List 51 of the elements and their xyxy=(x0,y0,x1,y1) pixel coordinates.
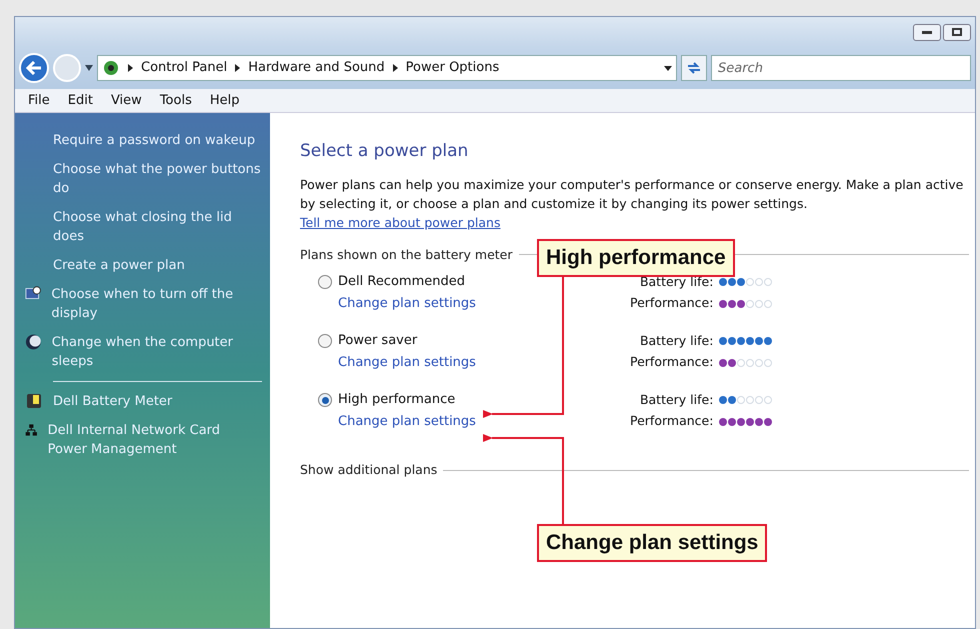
callout-label: Change plan settings xyxy=(537,524,768,562)
breadcrumb[interactable]: Hardware and Sound xyxy=(248,58,385,78)
rating-label: Performance: xyxy=(630,353,714,372)
task-link[interactable]: Require a password on wakeup xyxy=(53,131,262,150)
menu-item[interactable]: View xyxy=(104,90,149,110)
back-button[interactable] xyxy=(19,53,49,83)
plan-name: Dell Recommended xyxy=(338,273,465,292)
plan-settings-link[interactable]: Change plan settings xyxy=(338,294,630,314)
task-link[interactable]: Choose when to turn off the display xyxy=(51,285,262,323)
menu-item[interactable]: Tools xyxy=(152,90,199,110)
back-arrow-icon xyxy=(26,61,42,75)
menu-item[interactable]: Edit xyxy=(60,90,100,110)
battery-icon xyxy=(25,392,43,410)
radio-button[interactable] xyxy=(318,393,332,407)
rating-label: Battery life: xyxy=(638,332,714,350)
plan-settings-link[interactable]: Change plan settings xyxy=(338,412,630,432)
chevron-icon[interactable] xyxy=(392,64,398,72)
dropdown-icon[interactable] xyxy=(664,66,672,70)
menu-item[interactable]: Help xyxy=(202,90,246,110)
refresh-arrows-icon xyxy=(687,61,701,75)
help-link[interactable]: Tell me more about power plans xyxy=(300,214,500,230)
control-panel-icon xyxy=(102,59,120,77)
chevron-icon[interactable] xyxy=(235,64,240,72)
minimize-button[interactable] xyxy=(913,24,941,40)
menu-item[interactable]: File xyxy=(21,90,57,110)
page-heading: Select a power plan xyxy=(300,140,470,163)
task-link[interactable]: Change when the computer sleeps xyxy=(52,333,262,371)
breadcrumb[interactable]: Control Panel xyxy=(141,58,228,78)
task-link[interactable]: Choose what the power buttons do xyxy=(53,160,262,198)
task-link[interactable]: Choose what closing the lid does xyxy=(53,208,262,246)
moon-icon xyxy=(25,333,42,351)
plan-settings-link[interactable]: Change plan settings xyxy=(338,352,630,372)
maximize-button[interactable] xyxy=(943,24,971,40)
rating-label: Battery life: xyxy=(638,390,714,409)
plan-name: High performance xyxy=(338,391,456,410)
callout-label: High performance xyxy=(537,239,735,276)
task-link[interactable]: Create a power plan xyxy=(53,256,262,275)
address-bar[interactable]: Control Panel Hardware and Sound Power Options xyxy=(97,55,677,81)
search-field[interactable]: Search xyxy=(711,55,971,81)
rating-label: Performance: xyxy=(630,294,714,312)
description-text: Power plans can help you maximize your computer's performance or conserve energy. Make a plan active by selecting it, or choose a plan and customize it by changing its power settings. Tell me more about power plans xyxy=(300,176,964,232)
plan-name: Power saver xyxy=(338,332,418,350)
section-heading: Plans shown on the battery meter xyxy=(300,246,513,264)
chevron-icon[interactable] xyxy=(128,64,133,72)
breadcrumb[interactable]: Power Options xyxy=(406,58,500,78)
radio-button[interactable] xyxy=(318,334,332,348)
dropdown-icon[interactable] xyxy=(85,65,93,71)
radio-button[interactable] xyxy=(318,275,332,289)
rating-label: Performance: xyxy=(630,412,714,430)
refresh-button[interactable] xyxy=(681,55,707,81)
expand-section-link[interactable]: Show additional plans xyxy=(300,461,438,480)
